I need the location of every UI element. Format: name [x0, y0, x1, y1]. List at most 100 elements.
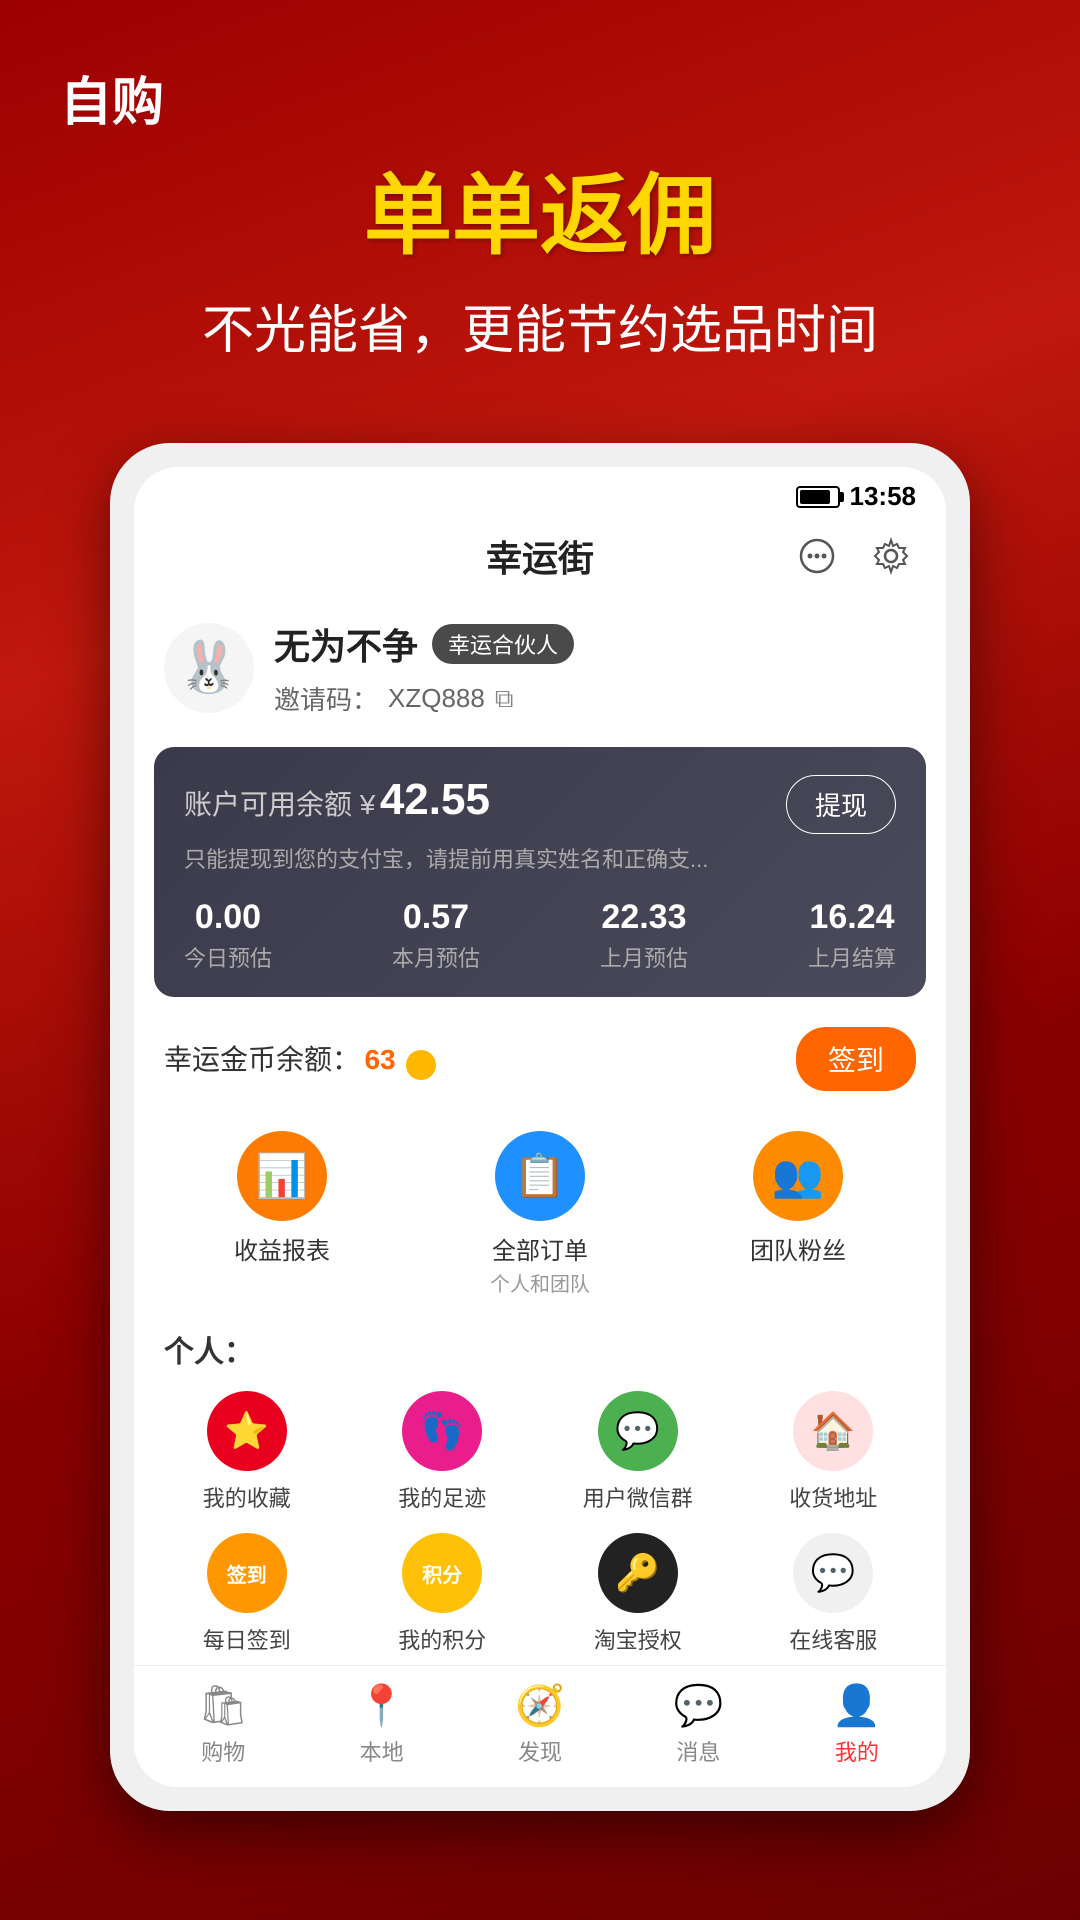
stat-today-value: 0.00: [184, 898, 272, 937]
local-nav-icon: 📍: [357, 1682, 407, 1729]
address-icon: 🏠: [793, 1391, 873, 1471]
stat-last-month-label: 上月预估: [600, 941, 688, 973]
grid-item-taobao-auth[interactable]: 🔑 淘宝授权: [545, 1533, 731, 1655]
stat-last-settle: 16.24 上月结算: [808, 898, 896, 973]
grid-item-daily-sign[interactable]: 签到 每日签到: [154, 1533, 340, 1655]
avatar: 🐰: [164, 623, 254, 713]
footprint-label: 我的足迹: [398, 1481, 486, 1513]
wechat-group-label: 用户微信群: [583, 1481, 693, 1513]
header-icons: [792, 531, 916, 581]
all-orders-label: 全部订单: [492, 1231, 588, 1266]
nav-discover[interactable]: 🧭 发现: [461, 1682, 619, 1767]
app-header: 幸运街: [134, 520, 946, 598]
local-nav-label: 本地: [360, 1735, 404, 1767]
online-service-icon: 💬: [793, 1533, 873, 1613]
gold-label: 幸运金币余额：: [164, 1044, 360, 1075]
collection-icon: ⭐: [207, 1391, 287, 1471]
daily-sign-label: 每日签到: [203, 1623, 291, 1655]
shop-nav-icon: 🛍: [198, 1682, 249, 1729]
grid-item-online-service[interactable]: 💬 在线客服: [741, 1533, 927, 1655]
nav-shop[interactable]: 🛍 购物: [144, 1682, 302, 1767]
phone-frame: 13:58 幸运街: [110, 443, 970, 1811]
stat-last-month: 22.33 上月预估: [600, 898, 688, 973]
headline: 单单返佣: [60, 145, 1020, 272]
partner-badge: 幸运合伙人: [432, 624, 574, 664]
messages-nav-label: 消息: [676, 1735, 720, 1767]
discover-nav-label: 发现: [518, 1735, 562, 1767]
grid-item-address[interactable]: 🏠 收货地址: [741, 1391, 927, 1513]
withdraw-button[interactable]: 提现: [786, 775, 896, 834]
grid-item-collection[interactable]: ⭐ 我的收藏: [154, 1391, 340, 1513]
stat-month: 0.57 本月预估: [392, 898, 480, 973]
income-report-label: 收益报表: [234, 1231, 330, 1266]
balance-top: 账户可用余额 ¥ 42.55 提现: [184, 775, 896, 834]
personal-section-header: 个人：: [134, 1307, 946, 1381]
status-bar: 13:58: [134, 467, 946, 520]
all-orders-icon: 📋: [495, 1131, 585, 1221]
balance-card: 账户可用余额 ¥ 42.55 提现 只能提现到您的支付宝，请提前用真实姓名和正确…: [154, 747, 926, 997]
balance-desc: 只能提现到您的支付宝，请提前用真实姓名和正确支...: [184, 842, 896, 874]
points-icon: 积分: [402, 1533, 482, 1613]
quick-menu: 📊 收益报表 📋 全部订单 个人和团队 👥 团队粉丝: [134, 1111, 946, 1307]
stat-month-value: 0.57: [392, 898, 480, 937]
balance-amount: 42.55: [380, 775, 490, 824]
team-fans-icon: 👥: [753, 1131, 843, 1221]
address-label: 收货地址: [789, 1481, 877, 1513]
grid-item-footprint[interactable]: 👣 我的足迹: [350, 1391, 536, 1513]
sign-button[interactable]: 签到: [796, 1027, 916, 1091]
taobao-auth-label: 淘宝授权: [594, 1623, 682, 1655]
stat-last-month-value: 22.33: [600, 898, 688, 937]
shop-nav-label: 购物: [201, 1735, 245, 1767]
footprint-icon: 👣: [402, 1391, 482, 1471]
quick-menu-all-orders[interactable]: 📋 全部订单 个人和团队: [490, 1131, 590, 1297]
balance-stats: 0.00 今日预估 0.57 本月预估 22.33 上月预估 16.24 上月结…: [184, 898, 896, 973]
invite-code-value: XZQ888: [388, 683, 485, 714]
quick-menu-team-fans[interactable]: 👥 团队粉丝: [750, 1131, 846, 1297]
taobao-auth-icon: 🔑: [598, 1533, 678, 1613]
grid-item-wechat-group[interactable]: 💬 用户微信群: [545, 1391, 731, 1513]
all-orders-sublabel: 个人和团队: [490, 1268, 590, 1297]
team-fans-label: 团队粉丝: [750, 1231, 846, 1266]
message-icon-btn[interactable]: [792, 531, 842, 581]
gold-coin-icon: [406, 1050, 436, 1080]
subheadline: 不光能省，更能节约选品时间: [60, 288, 1020, 363]
battery-icon: [796, 486, 840, 508]
online-service-label: 在线客服: [789, 1623, 877, 1655]
chat-icon: [797, 536, 837, 576]
stat-month-label: 本月预估: [392, 941, 480, 973]
user-section: 🐰 无为不争 幸运合伙人 邀请码： XZQ888 ⧉: [134, 598, 946, 737]
balance-info: 账户可用余额 ¥ 42.55: [184, 775, 490, 825]
nav-mine[interactable]: 👤 我的: [778, 1682, 936, 1767]
stat-last-settle-label: 上月结算: [808, 941, 896, 973]
mine-nav-label: 我的: [835, 1735, 879, 1767]
grid-item-points[interactable]: 积分 我的积分: [350, 1533, 536, 1655]
personal-grid-menu: ⭐ 我的收藏 👣 我的足迹 💬 用户微信群 🏠 收货地址 签到 每日签: [134, 1381, 946, 1665]
collection-label: 我的收藏: [203, 1481, 291, 1513]
copy-icon[interactable]: ⧉: [495, 683, 514, 715]
status-time: 13:58: [850, 481, 917, 512]
income-report-icon: 📊: [237, 1131, 327, 1221]
stat-last-settle-value: 16.24: [808, 898, 896, 937]
user-info: 无为不争 幸运合伙人 邀请码： XZQ888 ⧉: [274, 618, 916, 717]
nav-messages[interactable]: 💬 消息: [619, 1682, 777, 1767]
gold-amount: 63: [364, 1044, 395, 1075]
gold-info: 幸运金币余额： 63: [164, 1038, 436, 1080]
bottom-nav: 🛍 购物 📍 本地 🧭 发现 💬 消息 👤 我的: [134, 1665, 946, 1787]
invite-label: 邀请码：: [274, 680, 378, 717]
invite-code-row: 邀请码： XZQ888 ⧉: [274, 680, 916, 717]
daily-sign-icon: 签到: [207, 1533, 287, 1613]
points-label: 我的积分: [398, 1623, 486, 1655]
nav-local[interactable]: 📍 本地: [302, 1682, 460, 1767]
self-buy-label: 自购: [60, 60, 1020, 135]
settings-icon-btn[interactable]: [866, 531, 916, 581]
quick-menu-income-report[interactable]: 📊 收益报表: [234, 1131, 330, 1297]
gold-row: 幸运金币余额： 63 签到: [134, 1007, 946, 1111]
user-name-row: 无为不争 幸运合伙人: [274, 618, 916, 670]
messages-nav-icon: 💬: [674, 1682, 724, 1729]
balance-label: 账户可用余额 ¥: [184, 789, 375, 820]
user-name: 无为不争: [274, 618, 418, 670]
stat-today: 0.00 今日预估: [184, 898, 272, 973]
gear-icon: [871, 536, 911, 576]
wechat-group-icon: 💬: [598, 1391, 678, 1471]
phone-inner: 13:58 幸运街: [134, 467, 946, 1787]
